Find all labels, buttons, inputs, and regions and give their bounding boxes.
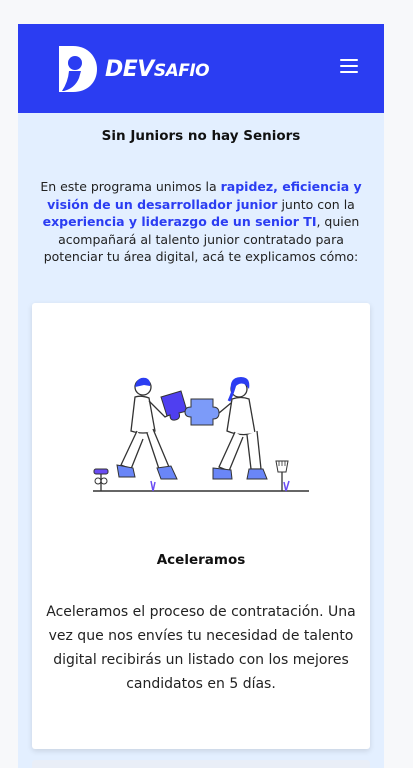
devsafio-logo[interactable]: DEVSAFIO: [55, 44, 210, 94]
section-title: Sin Juniors no hay Seniors: [101, 128, 301, 144]
navbar: DEVSAFIO: [18, 24, 384, 113]
logo-wordmark: DEVSAFIO: [105, 56, 210, 82]
devsafio-logo-mark-icon: [59, 46, 97, 92]
people-assembling-puzzle-illustration: [93, 377, 309, 492]
feature-card: Aceleramos Aceleramos el proceso de cont…: [32, 303, 370, 749]
intro-paragraph: En este programa unimos la rapidez, efic…: [40, 179, 362, 264]
intro-highlight-senior: experiencia y liderazgo de un senior TI: [42, 214, 317, 229]
next-feature-card: [32, 760, 370, 768]
hamburger-menu-icon[interactable]: [340, 57, 358, 73]
card-description: Aceleramos el proceso de contratación. U…: [46, 604, 356, 692]
card-title: Aceleramos: [156, 552, 246, 568]
page-container: DEVSAFIO Sin Juniors no hay Seniors En e…: [18, 24, 384, 768]
